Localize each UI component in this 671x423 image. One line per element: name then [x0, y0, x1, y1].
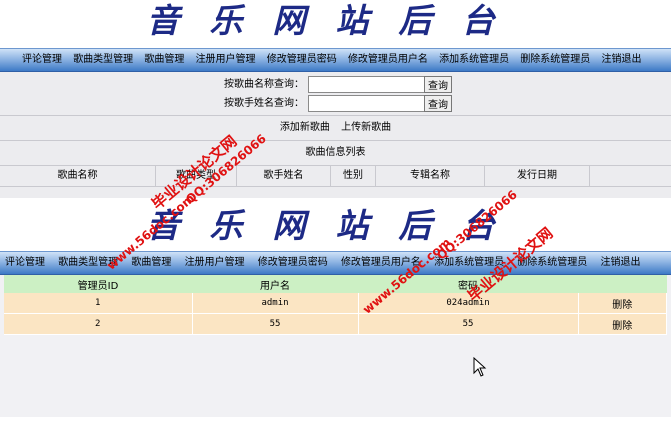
col-song-type: 歌曲类型	[156, 166, 237, 186]
table-row: 1 admin 024admin 删除	[4, 293, 667, 314]
site-title-2: 音乐网站后台	[0, 206, 671, 251]
admin-table-header: 管理员ID 用户名 密码	[4, 275, 667, 293]
delete-admin-link[interactable]: 删除	[578, 293, 667, 314]
site-title: 音乐网站后台	[0, 0, 671, 48]
cell-username: 55	[192, 313, 359, 335]
nav-add-admin[interactable]: 添加系统管理员	[435, 49, 513, 71]
col-release-date: 发行日期	[485, 166, 590, 186]
add-song-link[interactable]: 添加新歌曲	[280, 122, 330, 133]
nav-change-username[interactable]: 修改管理员用户名	[344, 49, 432, 71]
top-nav-bar-2: 评论管理 歌曲类型管理 歌曲管理 注册用户管理 修改管理员密码 修改管理员用户名…	[0, 251, 671, 275]
singer-search-button[interactable]: 查询	[424, 95, 452, 112]
nav-user-manage[interactable]: 注册用户管理	[192, 49, 260, 71]
song-list-title: 歌曲信息列表	[0, 141, 671, 166]
cell-admin-id: 2	[4, 313, 193, 335]
song-name-search-label: 按歌曲名称查询：	[224, 79, 304, 90]
table-row: 2 55 55 删除	[4, 313, 667, 335]
upload-song-link[interactable]: 上传新歌曲	[341, 122, 391, 133]
col-admin-id: 管理员ID	[4, 275, 192, 293]
nav-song-type-manage[interactable]: 歌曲类型管理	[69, 49, 137, 71]
cell-admin-id: 1	[4, 293, 193, 314]
delete-admin-link[interactable]: 删除	[578, 313, 667, 335]
col-action	[578, 275, 667, 293]
cell-password: 55	[358, 313, 579, 335]
col-gender: 性别	[331, 166, 376, 186]
singer-search-input[interactable]	[308, 95, 426, 112]
nav-comment-manage[interactable]: 评论管理	[0, 252, 50, 274]
nav-song-type-manage[interactable]: 歌曲类型管理	[53, 252, 123, 274]
col-password: 密码	[358, 275, 578, 293]
singer-search-row: 按歌手姓名查询： 查询	[0, 94, 671, 113]
nav-add-admin[interactable]: 添加系统管理员	[429, 252, 509, 274]
admin-management-panel: 音乐网站后台 评论管理 歌曲类型管理 歌曲管理 注册用户管理 修改管理员密码 修…	[0, 206, 671, 417]
song-actions-row: 添加新歌曲 上传新歌曲	[0, 116, 671, 141]
nav-user-manage[interactable]: 注册用户管理	[180, 252, 250, 274]
col-album-name: 专辑名称	[376, 166, 485, 186]
nav-change-username[interactable]: 修改管理员用户名	[336, 252, 426, 274]
col-username: 用户名	[192, 275, 358, 293]
cell-password: 024admin	[358, 293, 579, 314]
song-name-search-row: 按歌曲名称查询： 查询	[0, 75, 671, 94]
nav-delete-admin[interactable]: 删除系统管理员	[512, 252, 592, 274]
mouse-cursor-icon	[473, 357, 487, 377]
singer-search-label: 按歌手姓名查询：	[224, 98, 304, 109]
nav-delete-admin[interactable]: 删除系统管理员	[516, 49, 594, 71]
nav-logout[interactable]: 注销退出	[596, 252, 646, 274]
top-nav-bar: 评论管理 歌曲类型管理 歌曲管理 注册用户管理 修改管理员密码 修改管理员用户名…	[0, 48, 671, 72]
col-singer-name: 歌手姓名	[237, 166, 331, 186]
nav-comment-manage[interactable]: 评论管理	[18, 49, 66, 71]
song-name-search-button[interactable]: 查询	[424, 76, 452, 93]
admin-table: 管理员ID 用户名 密码 1 admin 024admin 删除 2 55 55…	[4, 275, 667, 335]
nav-song-manage[interactable]: 歌曲管理	[126, 252, 176, 274]
col-song-name: 歌曲名称	[0, 166, 156, 186]
search-area: 按歌曲名称查询： 查询 按歌手姓名查询： 查询	[0, 72, 671, 116]
nav-song-manage[interactable]: 歌曲管理	[140, 49, 188, 71]
song-management-panel: 音乐网站后台 评论管理 歌曲类型管理 歌曲管理 注册用户管理 修改管理员密码 修…	[0, 0, 671, 198]
nav-logout[interactable]: 注销退出	[598, 49, 646, 71]
cell-username: admin	[192, 293, 359, 314]
nav-change-password[interactable]: 修改管理员密码	[263, 49, 341, 71]
song-list-header: 歌曲名称 歌曲类型 歌手姓名 性别 专辑名称 发行日期	[0, 166, 671, 187]
nav-change-password[interactable]: 修改管理员密码	[253, 252, 333, 274]
song-name-search-input[interactable]	[308, 76, 426, 93]
